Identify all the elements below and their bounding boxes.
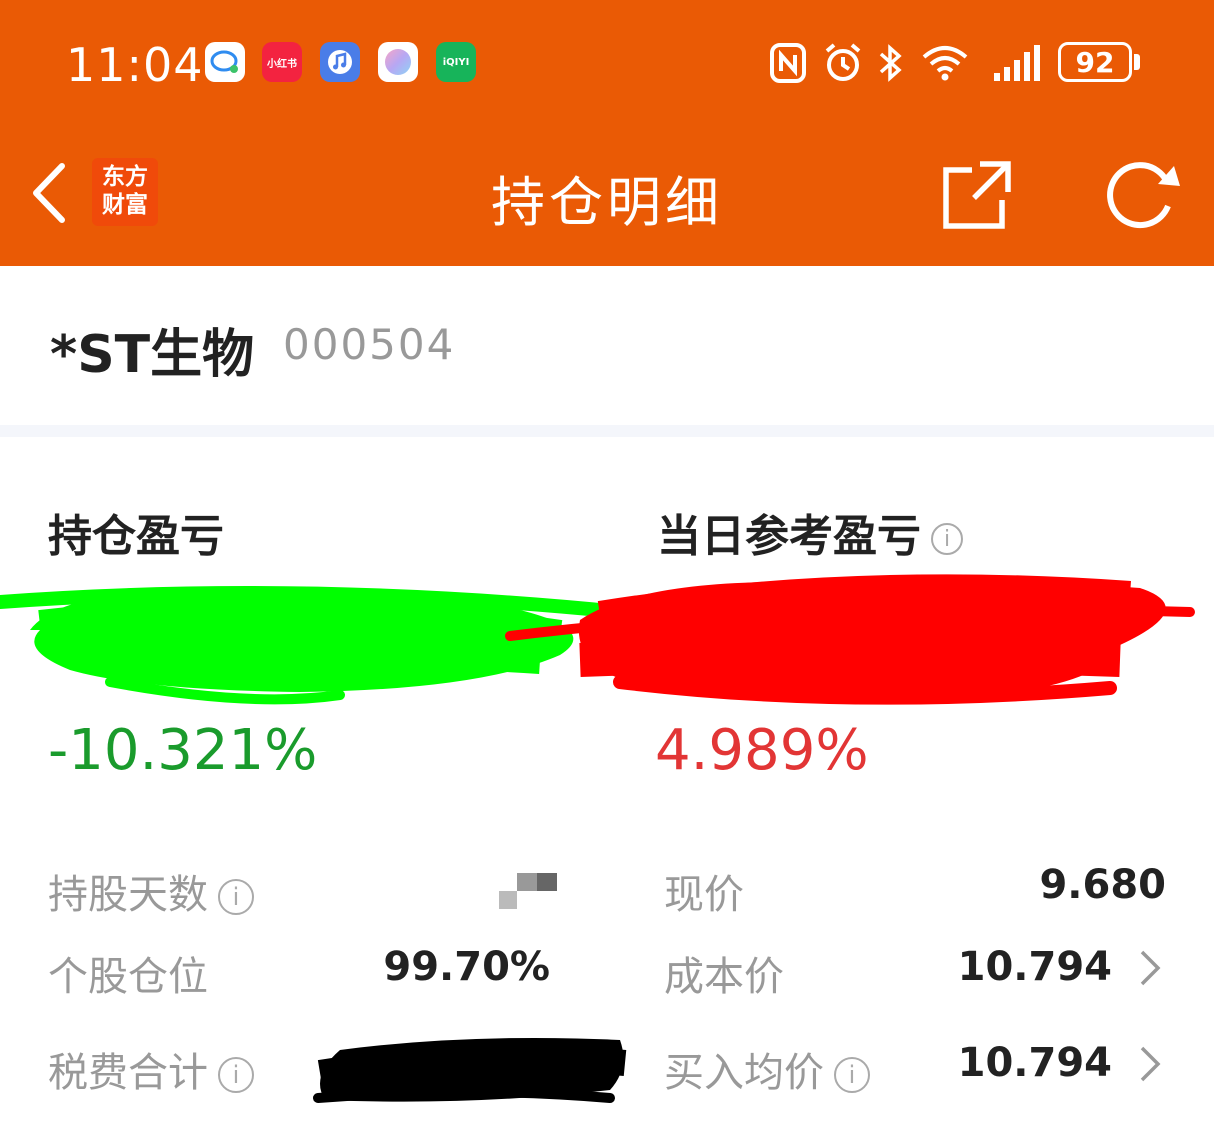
- page-title: 持仓明细: [491, 171, 723, 234]
- share-button[interactable]: [940, 158, 1014, 232]
- holding-pl-percent: -10.321%: [48, 718, 318, 783]
- fees-label-text: 税费合计: [48, 1050, 208, 1096]
- chevron-right-icon[interactable]: [1138, 948, 1162, 988]
- info-icon[interactable]: i: [218, 879, 254, 915]
- daily-pl-label-text: 当日参考盈亏: [657, 511, 921, 562]
- battery-tip: [1134, 54, 1140, 70]
- xiaohongshu-icon-text: 小红书: [267, 58, 297, 70]
- pixel-block: [537, 873, 557, 891]
- avg-buy-label[interactable]: 买入均价 i: [664, 1040, 870, 1098]
- iqiyi-icon-text: iQIYI: [442, 56, 470, 68]
- chat-app-icon: [205, 42, 245, 82]
- stock-name: *ST生物: [50, 325, 255, 385]
- nfc-icon: [770, 38, 806, 88]
- avg-buy-value[interactable]: 10.794: [880, 1040, 1112, 1086]
- position-value: 99.70%: [383, 944, 550, 990]
- red-redaction-scribble: [505, 574, 1195, 705]
- hold-days-label-text: 持股天数: [48, 872, 208, 918]
- alarm-icon: [822, 38, 864, 88]
- fees-redaction-scribble: [313, 1037, 627, 1103]
- xiaohongshu-icon: 小红书: [262, 42, 302, 82]
- bluetooth-icon: [878, 38, 904, 88]
- position-label: 个股仓位: [48, 954, 208, 1000]
- gallery-icon: [378, 42, 418, 82]
- wifi-icon: [920, 38, 970, 88]
- pixel-block: [517, 873, 537, 891]
- price-label: 现价: [664, 872, 744, 918]
- hold-days-label: 持股天数 i: [48, 862, 254, 920]
- cost-label[interactable]: 成本价: [664, 944, 784, 1002]
- redaction-scribbles: [0, 574, 1195, 705]
- info-icon[interactable]: i: [218, 1057, 254, 1093]
- battery-level: 92: [1075, 45, 1115, 79]
- status-time: 11:04: [66, 38, 204, 92]
- daily-pl-percent: 4.989%: [655, 718, 869, 783]
- chevron-right-icon[interactable]: [1138, 1044, 1162, 1084]
- section-divider: [0, 425, 1214, 437]
- info-icon[interactable]: i: [931, 523, 963, 555]
- price-value: 9.680: [1039, 862, 1166, 908]
- holding-pl-label: 持仓盈亏: [48, 500, 224, 564]
- info-icon[interactable]: i: [834, 1057, 870, 1093]
- avg-buy-label-text: 买入均价: [664, 1050, 824, 1096]
- music-icon: [320, 42, 360, 82]
- holding-pl-label-text: 持仓盈亏: [48, 511, 224, 562]
- green-redaction-scribble: [0, 586, 627, 705]
- iqiyi-icon: iQIYI: [436, 42, 476, 82]
- cost-value[interactable]: 10.794: [880, 944, 1112, 990]
- daily-pl-label: 当日参考盈亏 i: [657, 500, 963, 564]
- stock-code: 000504: [283, 320, 456, 369]
- signal-icon: [992, 38, 1042, 88]
- refresh-button[interactable]: [1100, 158, 1184, 232]
- pixel-block: [499, 891, 517, 909]
- fees-label: 税费合计 i: [48, 1040, 254, 1098]
- battery-icon: 92: [1058, 42, 1132, 82]
- app-header: 11:04 小红书 iQIYI 92 东方 财富 持仓明细: [0, 0, 1214, 266]
